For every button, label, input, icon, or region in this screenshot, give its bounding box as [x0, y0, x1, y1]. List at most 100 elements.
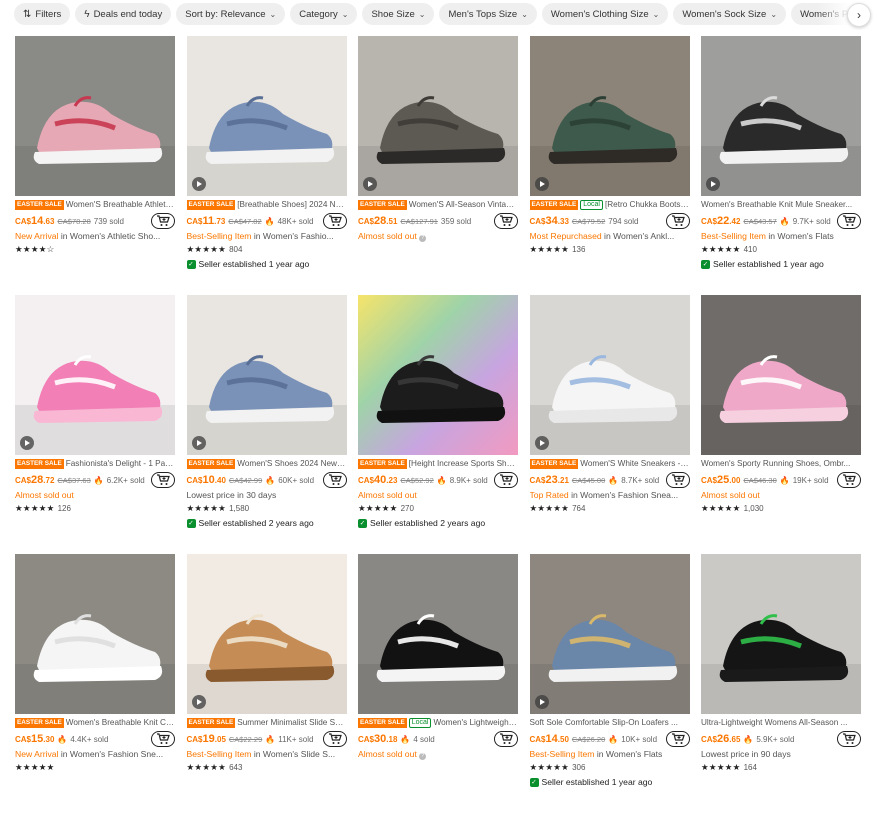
- product-card[interactable]: EASTER SALE Women'S Shoes 2024 New St... …: [186, 295, 347, 554]
- product-thumbnail[interactable]: [358, 36, 518, 196]
- filter-icon: ⇅: [23, 8, 32, 20]
- local-badge: Local: [408, 717, 432, 728]
- price-line: CA$23.21 CA$45.00 🔥 8.7K+ sold: [530, 472, 690, 488]
- product-title[interactable]: EASTER SALE Women's Breathable Knit Ch...: [15, 717, 175, 728]
- add-to-cart-button[interactable]: [837, 731, 861, 747]
- product-title[interactable]: Soft Sole Comfortable Slip-On Loafers ..…: [530, 717, 690, 728]
- play-icon[interactable]: [191, 436, 206, 450]
- play-icon[interactable]: [534, 695, 549, 709]
- add-to-cart-button[interactable]: [494, 731, 518, 747]
- add-to-cart-button[interactable]: [494, 472, 518, 488]
- product-card[interactable]: EASTER SALE Women'S All-Season Vintage...…: [358, 36, 518, 295]
- product-title[interactable]: EASTER SALE [Height Increase Sports Shoe.…: [358, 458, 518, 469]
- star-rating: ★★★★☆: [15, 244, 55, 254]
- add-to-cart-button[interactable]: [151, 472, 175, 488]
- play-icon[interactable]: [534, 436, 549, 450]
- filter-chip[interactable]: Women's Sock Size ⌄: [673, 3, 787, 25]
- filter-chip[interactable]: Category ⌄: [290, 3, 358, 25]
- product-thumbnail[interactable]: [15, 295, 175, 455]
- play-icon[interactable]: [363, 177, 377, 191]
- info-icon[interactable]: ?: [419, 235, 427, 242]
- product-title[interactable]: Women's Sporty Running Shoes, Ombr...: [701, 458, 861, 469]
- product-card[interactable]: EASTER SALE Summer Minimalist Slide San..…: [186, 554, 347, 813]
- add-to-cart-button[interactable]: [151, 213, 175, 229]
- scroll-right-button[interactable]: ›: [847, 3, 871, 27]
- play-icon[interactable]: [20, 436, 34, 450]
- seller-info: ✓ Seller established 1 year ago: [529, 777, 653, 787]
- add-to-cart-button[interactable]: [494, 213, 518, 229]
- product-thumbnail[interactable]: [186, 36, 347, 196]
- add-to-cart-button[interactable]: [837, 213, 861, 229]
- product-title[interactable]: EASTER SALE Local [Retro Chukka Boots] ...: [529, 199, 690, 210]
- price: CA$28.72: [15, 474, 55, 486]
- add-to-cart-button[interactable]: [665, 731, 690, 747]
- original-price: CA$45.00: [571, 475, 606, 485]
- product-thumbnail[interactable]: [15, 36, 175, 196]
- add-to-cart-button[interactable]: [837, 472, 861, 488]
- product-title[interactable]: EASTER SALE Local Women's Lightweight ...: [358, 717, 518, 728]
- filter-chip[interactable]: Women's Clothing Size ⌄: [541, 3, 669, 25]
- add-to-cart-button[interactable]: [151, 731, 175, 747]
- info-icon[interactable]: ?: [419, 753, 427, 760]
- product-thumbnail[interactable]: [358, 295, 518, 455]
- product-thumbnail[interactable]: [186, 554, 347, 714]
- product-title[interactable]: EASTER SALE Fashionista's Delight - 1 Pai…: [15, 458, 175, 469]
- easter-sale-badge: EASTER SALE: [186, 458, 236, 469]
- product-thumbnail[interactable]: [529, 295, 690, 455]
- verified-shield-icon: ✓: [358, 518, 367, 528]
- product-title-text: Women'S Shoes 2024 New St...: [237, 459, 347, 468]
- product-title[interactable]: Ultra-Lightweight Womens All-Season ...: [701, 717, 861, 728]
- review-count: 764: [572, 504, 586, 513]
- sold-count: 48K+ sold: [277, 216, 314, 226]
- filter-chip[interactable]: Sort by: Relevance ⌄: [176, 3, 286, 25]
- add-to-cart-button[interactable]: [665, 213, 690, 229]
- original-price: CA$52.92: [400, 475, 434, 485]
- product-thumbnail[interactable]: [701, 554, 861, 714]
- add-to-cart-button[interactable]: [322, 472, 347, 488]
- product-thumbnail[interactable]: [186, 295, 347, 455]
- cart-icon: [843, 474, 856, 485]
- product-card[interactable]: EASTER SALE [Breathable Shoes] 2024 Ne...…: [186, 36, 347, 295]
- add-to-cart-button[interactable]: [322, 213, 347, 229]
- play-icon[interactable]: [191, 695, 206, 709]
- product-title[interactable]: Women's Breathable Knit Mule Sneaker...: [701, 199, 861, 210]
- product-title[interactable]: EASTER SALE Women'S Shoes 2024 New St...: [186, 458, 347, 469]
- product-card[interactable]: Ultra-Lightweight Womens All-Season ... …: [701, 554, 861, 813]
- product-title[interactable]: EASTER SALE Women'S Breathable Athletic..…: [15, 199, 175, 210]
- product-thumbnail[interactable]: [358, 554, 518, 714]
- product-card[interactable]: Soft Sole Comfortable Slip-On Loafers ..…: [529, 554, 690, 813]
- filter-chip[interactable]: ϟ Deals end today: [75, 3, 172, 25]
- product-card[interactable]: EASTER SALE [Height Increase Sports Shoe.…: [358, 295, 518, 554]
- filter-chip[interactable]: ⇅ Filters: [14, 3, 71, 25]
- product-title[interactable]: EASTER SALE Summer Minimalist Slide San..…: [186, 717, 347, 728]
- product-card[interactable]: EASTER SALE Women'S White Sneakers - S...…: [529, 295, 690, 554]
- chevron-down-icon: ⌄: [269, 9, 277, 19]
- product-title[interactable]: EASTER SALE Women'S White Sneakers - S...: [529, 458, 690, 469]
- play-icon[interactable]: [706, 177, 720, 191]
- product-image: [529, 295, 690, 455]
- product-card[interactable]: EASTER SALE Local Women's Lightweight ... …: [358, 554, 518, 813]
- product-card[interactable]: EASTER SALE Local [Retro Chukka Boots] ...…: [529, 36, 690, 295]
- filter-chip-label: Women's Sock Size: [682, 8, 767, 20]
- product-thumbnail[interactable]: [701, 36, 861, 196]
- product-title[interactable]: EASTER SALE Women'S All-Season Vintage...: [358, 199, 518, 210]
- product-card[interactable]: EASTER SALE Women'S Breathable Athletic..…: [15, 36, 175, 295]
- product-thumbnail[interactable]: [529, 554, 690, 714]
- filter-chip[interactable]: Shoe Size ⌄: [362, 3, 435, 25]
- filter-chip[interactable]: Men's Tops Size ⌄: [439, 3, 537, 25]
- product-thumbnail[interactable]: [529, 36, 690, 196]
- add-to-cart-button[interactable]: [665, 472, 690, 488]
- product-card[interactable]: EASTER SALE Fashionista's Delight - 1 Pai…: [15, 295, 175, 554]
- add-to-cart-button[interactable]: [322, 731, 347, 747]
- product-card[interactable]: EASTER SALE Women's Breathable Knit Ch...…: [15, 554, 175, 813]
- product-thumbnail[interactable]: [701, 295, 861, 455]
- product-title[interactable]: EASTER SALE [Breathable Shoes] 2024 Ne...: [186, 199, 347, 210]
- play-icon[interactable]: [534, 177, 549, 191]
- product-tag: Almost sold out: [15, 490, 74, 500]
- product-thumbnail[interactable]: [15, 554, 175, 714]
- product-image: [15, 554, 175, 714]
- play-icon[interactable]: [191, 177, 206, 191]
- price-line: CA$28.51 CA$127.91 359 sold: [358, 213, 518, 229]
- product-card[interactable]: Women's Breathable Knit Mule Sneaker... …: [701, 36, 861, 295]
- product-card[interactable]: Women's Sporty Running Shoes, Ombr... CA…: [701, 295, 861, 554]
